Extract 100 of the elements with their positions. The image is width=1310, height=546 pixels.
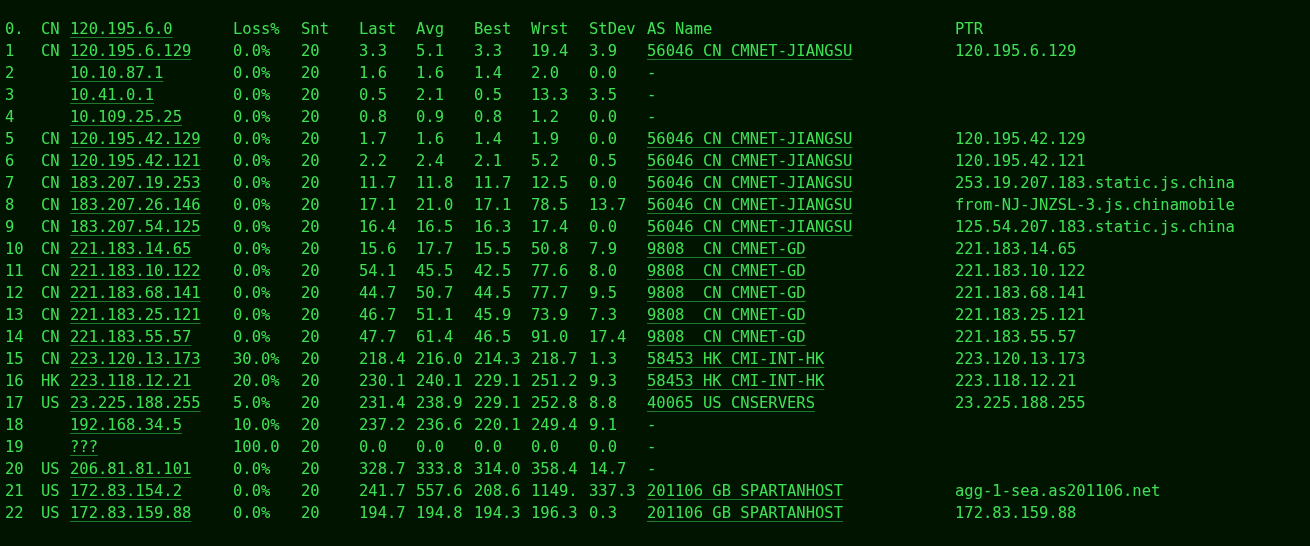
table-cell: 20 — [301, 130, 320, 148]
table-cell: 20 — [301, 504, 320, 522]
ptr-name: 120.195.42.129 — [955, 130, 1086, 148]
host-link[interactable]: 10.41.0.1 — [70, 86, 154, 104]
as-link[interactable]: 9808 CN CMNET-GD — [647, 240, 806, 258]
hop-number: 16 — [5, 372, 24, 390]
host-link[interactable]: 183.207.54.125 — [70, 218, 201, 236]
as-link[interactable]: 56046 CN CMNET-JIANGSU — [647, 218, 853, 236]
host-link[interactable]: 221.183.25.121 — [70, 306, 201, 324]
column-header: StDev — [589, 20, 636, 38]
table-cell: 0.0 — [589, 218, 617, 236]
table-cell: 358.4 — [531, 460, 578, 478]
as-link[interactable]: 56046 CN CMNET-JIANGSU — [647, 130, 853, 148]
as-link[interactable]: 58453 HK CMI-INT-HK — [647, 350, 825, 368]
column-header: Best — [474, 20, 512, 38]
table-cell: 0.0% — [233, 218, 271, 236]
as-link[interactable]: 201106 GB SPARTANHOST — [647, 482, 843, 500]
table-cell: 10.0% — [233, 416, 280, 434]
table-cell: 42.5 — [474, 262, 512, 280]
country-code: HK — [41, 372, 60, 390]
host-link[interactable]: 192.168.34.5 — [70, 416, 182, 434]
table-cell: 11.8 — [416, 174, 454, 192]
table-cell: 20 — [301, 306, 320, 324]
ptr-name: 23.225.188.255 — [955, 394, 1086, 412]
table-cell: 51.1 — [416, 306, 454, 324]
table-cell: 20 — [301, 196, 320, 214]
host-link[interactable]: 120.195.42.121 — [70, 152, 201, 170]
table-cell: 9.3 — [589, 372, 617, 390]
country-code: CN — [41, 152, 60, 170]
as-link[interactable]: 9808 CN CMNET-GD — [647, 306, 806, 324]
table-cell: 9.1 — [589, 416, 617, 434]
host-link[interactable]: 172.83.159.88 — [70, 504, 192, 522]
table-cell: 20 — [301, 394, 320, 412]
country-code: CN — [41, 306, 60, 324]
host-link[interactable]: 183.207.26.146 — [70, 196, 201, 214]
table-cell: 20 — [301, 108, 320, 126]
country-code: CN — [41, 262, 60, 280]
table-cell: 2.4 — [416, 152, 444, 170]
ptr-name: 172.83.159.88 — [955, 504, 1077, 522]
host-link[interactable]: 221.183.68.141 — [70, 284, 201, 302]
hop-number: 15 — [5, 350, 24, 368]
host-link[interactable]: 223.120.13.173 — [70, 350, 201, 368]
host-link[interactable]: 221.183.10.122 — [70, 262, 201, 280]
as-link[interactable]: 40065 US CNSERVERS — [647, 394, 815, 412]
table-cell: 1.4 — [474, 64, 502, 82]
hop-number: 3 — [5, 86, 15, 104]
host-link[interactable]: ??? — [70, 438, 98, 456]
table-cell: 1.7 — [359, 130, 387, 148]
host-link[interactable]: 120.195.6.129 — [70, 42, 192, 60]
host-link[interactable]: 221.183.55.57 — [70, 328, 192, 346]
country-code: CN — [41, 174, 60, 192]
as-link[interactable]: 58453 HK CMI-INT-HK — [647, 372, 825, 390]
hop-number: 17 — [5, 394, 24, 412]
host-link[interactable]: 10.10.87.1 — [70, 64, 164, 82]
table-cell: 30.0% — [233, 350, 280, 368]
table-cell: 0.0% — [233, 240, 271, 258]
table-cell: 0.5 — [359, 86, 387, 104]
host-link[interactable]: 223.118.12.21 — [70, 372, 192, 390]
table-cell: 1.2 — [531, 108, 559, 126]
country-code: CN — [41, 284, 60, 302]
table-cell: 20 — [301, 42, 320, 60]
table-cell: 16.5 — [416, 218, 454, 236]
table-cell: 20 — [301, 86, 320, 104]
table-cell: 11.7 — [359, 174, 397, 192]
table-cell: 2.0 — [531, 64, 559, 82]
host-link[interactable]: 120.195.6.0 — [70, 20, 173, 38]
table-cell: 328.7 — [359, 460, 406, 478]
as-link[interactable]: 56046 CN CMNET-JIANGSU — [647, 174, 853, 192]
host-link[interactable]: 206.81.81.101 — [70, 460, 192, 478]
as-link[interactable]: 56046 CN CMNET-JIANGSU — [647, 152, 853, 170]
table-cell: 0.0 — [589, 108, 617, 126]
as-link[interactable]: 56046 CN CMNET-JIANGSU — [647, 196, 853, 214]
hop-number: 13 — [5, 306, 24, 324]
country-code: CN — [41, 42, 60, 60]
host-link[interactable]: 172.83.154.2 — [70, 482, 182, 500]
host-link[interactable]: 183.207.19.253 — [70, 174, 201, 192]
country-code: CN — [41, 328, 60, 346]
column-header: Snt — [301, 20, 329, 38]
hop-number: 0. — [5, 20, 24, 38]
host-link[interactable]: 120.195.42.129 — [70, 130, 201, 148]
table-cell: 251.2 — [531, 372, 578, 390]
table-cell: 7.3 — [589, 306, 617, 324]
host-link[interactable]: 23.225.188.255 — [70, 394, 201, 412]
hop-number: 10 — [5, 240, 24, 258]
column-header: PTR — [955, 20, 983, 38]
table-cell: 229.1 — [474, 394, 521, 412]
hop-number: 4 — [5, 108, 15, 126]
host-link[interactable]: 221.183.14.65 — [70, 240, 192, 258]
as-link[interactable]: 9808 CN CMNET-GD — [647, 328, 806, 346]
as-name: - — [647, 460, 657, 478]
table-cell: 237.2 — [359, 416, 406, 434]
as-link[interactable]: 9808 CN CMNET-GD — [647, 284, 806, 302]
as-link[interactable]: 9808 CN CMNET-GD — [647, 262, 806, 280]
as-link[interactable]: 201106 GB SPARTANHOST — [647, 504, 843, 522]
table-cell: 0.0 — [589, 438, 617, 456]
host-link[interactable]: 10.109.25.25 — [70, 108, 182, 126]
as-link[interactable]: 56046 CN CMNET-JIANGSU — [647, 42, 853, 60]
table-cell: 11.7 — [474, 174, 512, 192]
table-cell: 0.3 — [589, 504, 617, 522]
table-cell: 1.6 — [416, 130, 444, 148]
